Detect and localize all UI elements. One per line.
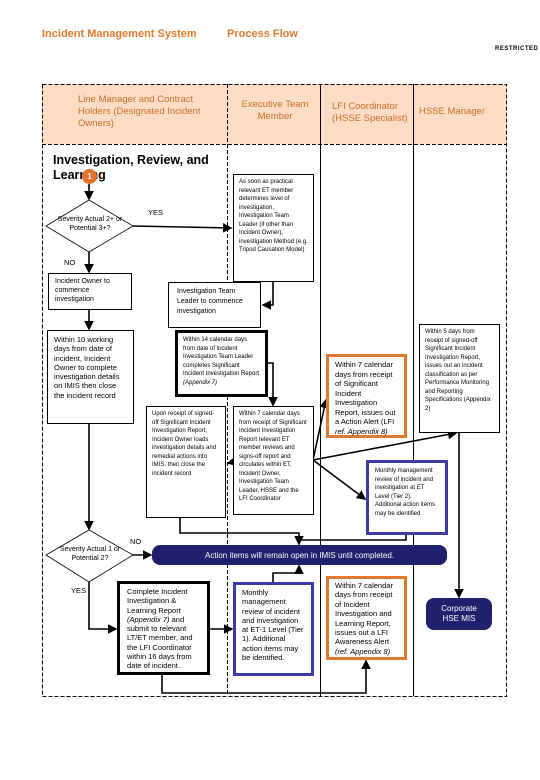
lfi-action-alert-box: Within 7 calendar days from receipt of S… (326, 354, 407, 438)
complete-report-box: Complete Incident Investigation & Learni… (117, 581, 210, 675)
decision-severity-1: Severity Actual 1 or Potential 2? (59, 546, 121, 562)
complete-report-rest: and submit to relevant LT/ET member, and… (127, 614, 193, 671)
lfi-action-alert-text: Within 7 calendar days from receipt of S… (335, 360, 396, 426)
et-determine-box: As soon as practical relevant ET member … (233, 174, 314, 282)
owner-commence-box: Incident Owner to commence investigation (48, 273, 132, 310)
upon-receipt-box: Upon receipt of signed-off Significant I… (146, 406, 226, 518)
no-label-2: NO (130, 537, 142, 546)
lfi-awareness-alert-box: Within 7 calendar days from receipt of I… (326, 576, 407, 660)
itl-commence-box: Investigation Team Leader to commence in… (168, 282, 261, 328)
corporate-hse-mis: Corporate HSE MIS (426, 598, 492, 630)
within7-et-box: Within 7 calendar days from receipt of S… (233, 406, 314, 515)
complete-report-ref: (Appendix 7) (127, 614, 170, 624)
lfi-awareness-ref: (ref. Appendix 8) (335, 646, 391, 656)
no-label-1: NO (64, 258, 76, 267)
action-items-banner: Action items will remain open in IMIS un… (152, 545, 447, 565)
yes-label-1: YES (148, 208, 164, 217)
within10-box: Within 10 working days from date of inci… (47, 330, 134, 424)
monthly-review-et2-box: Monthly management review of incident an… (366, 460, 448, 535)
hsse-classification-box: Within 5 days from receipt of signed-off… (419, 324, 500, 433)
within14-ref: (Appendix 7) (183, 379, 218, 386)
decision-severity-2plus: Severity Actual 2+ or Potential 3+? (57, 216, 123, 232)
lfi-awareness-text: Within 7 calendar days from receipt of I… (335, 581, 393, 647)
complete-report-text: Complete Incident Investigation & Learni… (127, 587, 188, 615)
hsse-classification-text: Within 5 days from receipt of signed-off… (425, 329, 490, 403)
within14-text: Within 14 calendar days from date of inc… (183, 337, 260, 377)
yes-label-2: YES (71, 586, 87, 595)
monthly-review-et1-box: Monthly management review of incident an… (233, 582, 314, 676)
within14-box: Within 14 calendar days from date of inc… (175, 330, 268, 397)
lfi-action-alert-ref: ref. Appendix 8) (335, 426, 388, 436)
